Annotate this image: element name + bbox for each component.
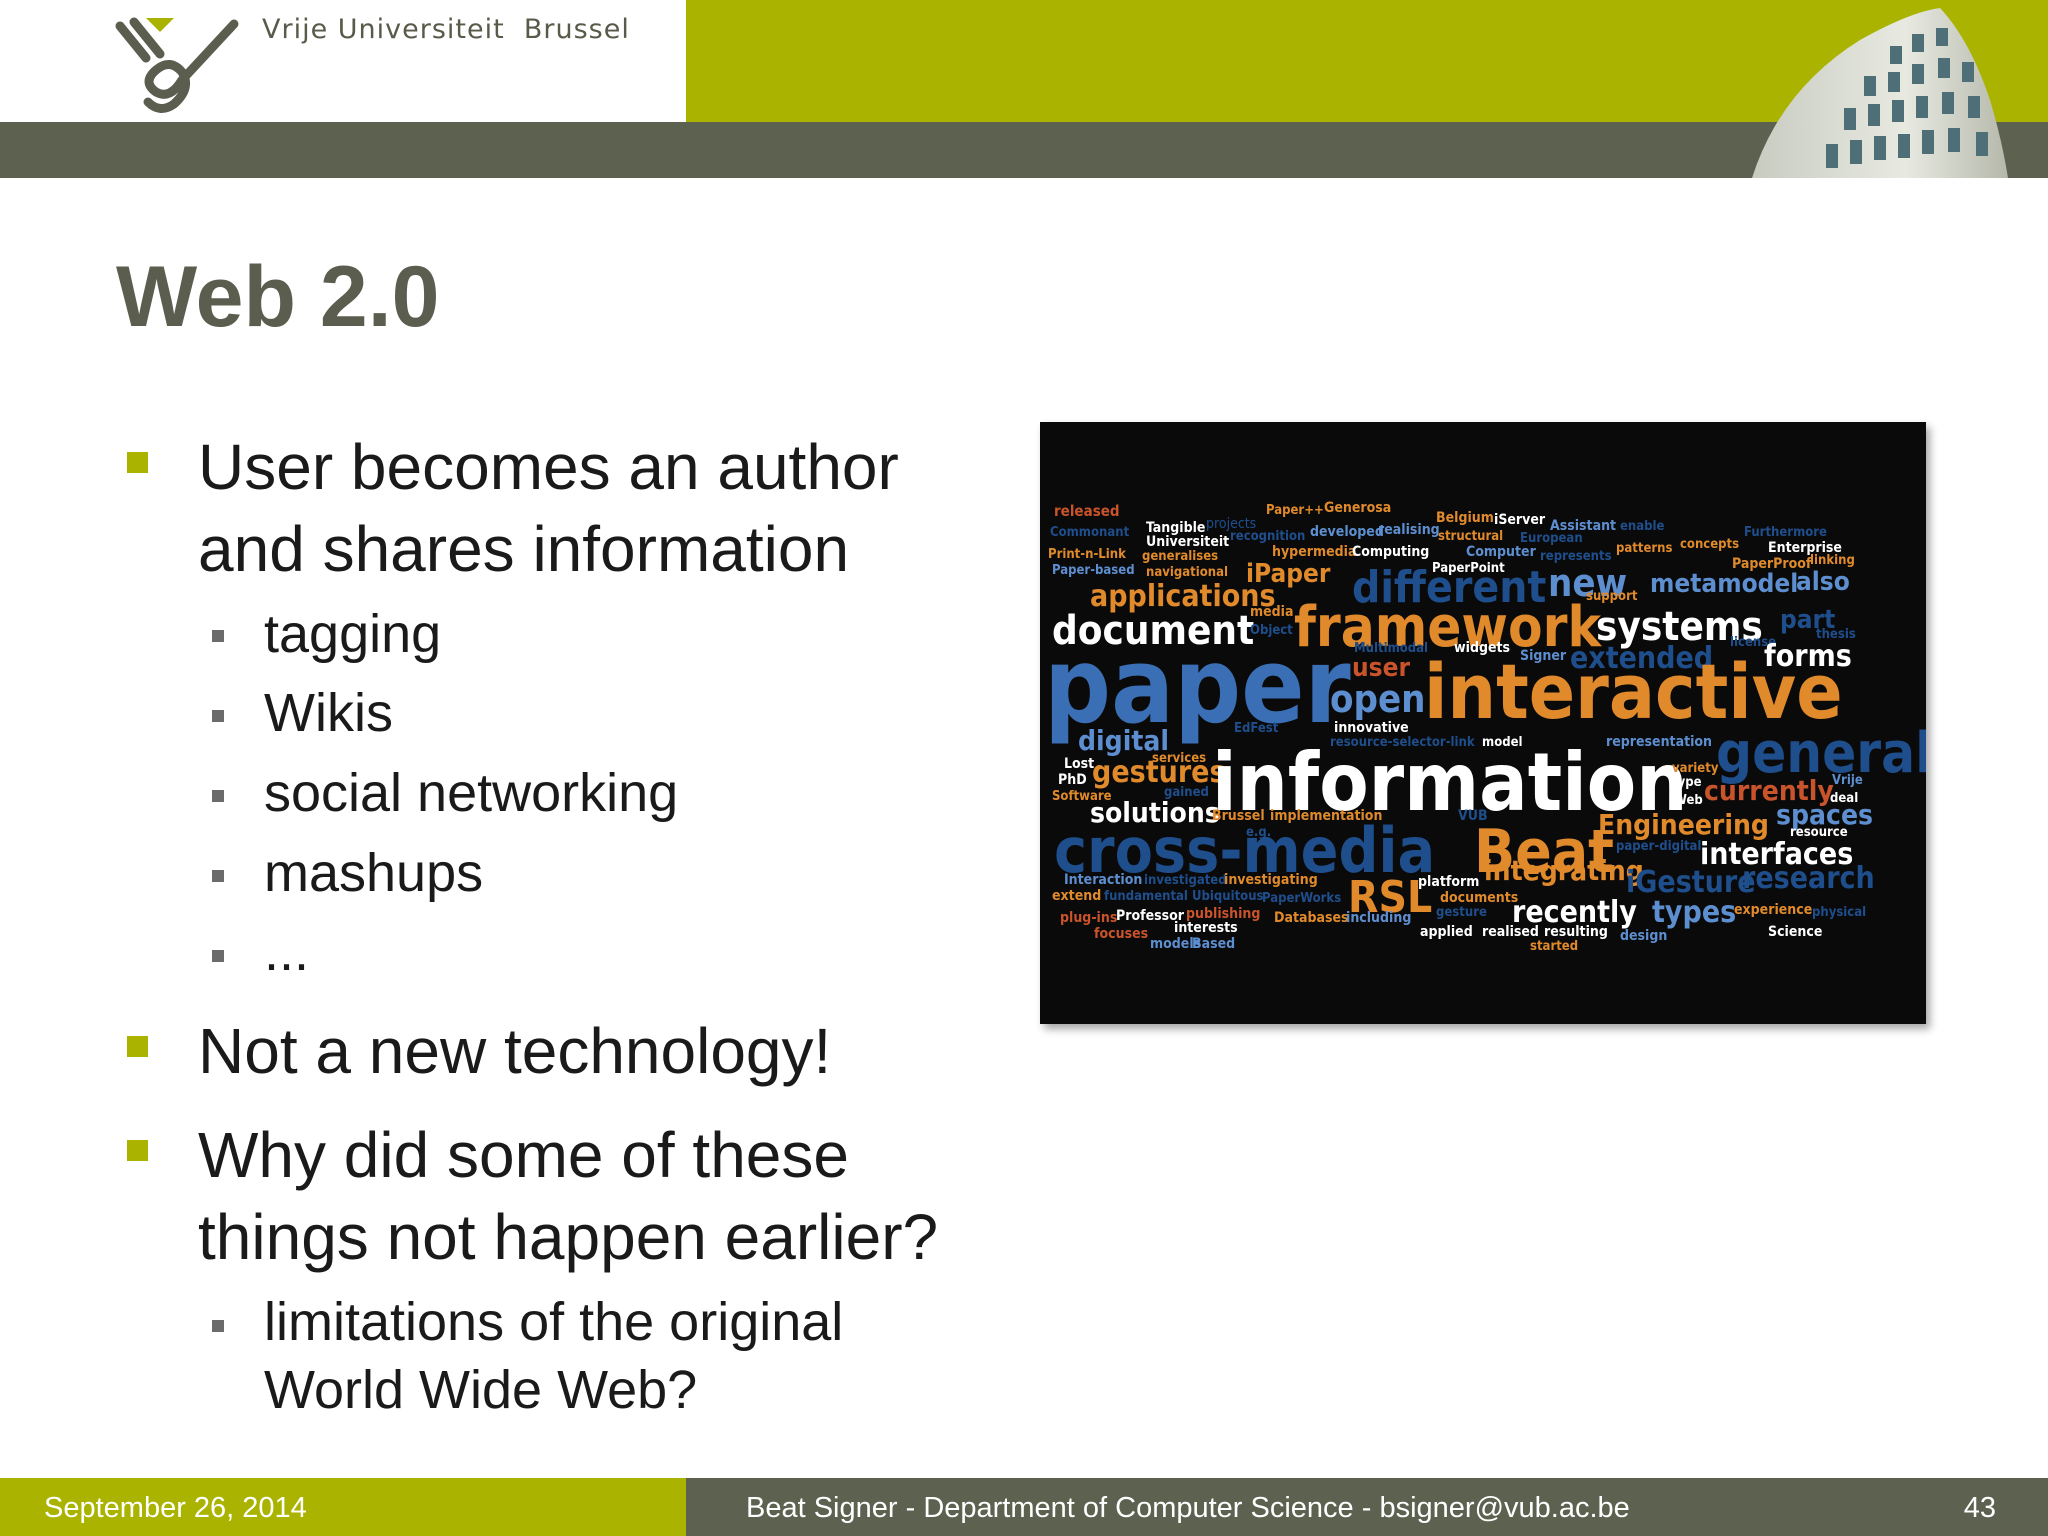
word-cloud-word: Vrije bbox=[1832, 773, 1863, 788]
word-cloud-word: design bbox=[1620, 928, 1667, 944]
bullet-text: Why did some of these bbox=[198, 1119, 849, 1191]
vub-logo-icon bbox=[115, 17, 239, 113]
word-cloud-word: focuses bbox=[1094, 926, 1148, 942]
sub-bullet-text: limitations of the original bbox=[264, 1292, 844, 1352]
word-cloud-word: investigating bbox=[1224, 872, 1318, 888]
footer-author: Beat Signer - Department of Computer Sci… bbox=[746, 1492, 1630, 1524]
word-cloud-word: resulting bbox=[1544, 924, 1608, 940]
sub-bullet-marker bbox=[212, 1320, 224, 1332]
word-cloud-word: plug-ins bbox=[1060, 910, 1117, 926]
sub-bullet-text: ... bbox=[264, 922, 310, 982]
word-cloud-word: Databases bbox=[1274, 910, 1349, 926]
building-photo-icon bbox=[1752, 8, 2008, 178]
word-cloud-word: Lost bbox=[1064, 756, 1094, 772]
bullet-marker bbox=[127, 452, 148, 473]
word-cloud-word: applied bbox=[1420, 924, 1473, 940]
word-cloud-word: Computing bbox=[1352, 544, 1429, 560]
sub-bullet-text: mashups bbox=[264, 843, 484, 903]
word-cloud-word: metamodel bbox=[1650, 569, 1798, 599]
word-cloud-image: released Tangible projects Paper++ Generosa B… bbox=[1040, 422, 1926, 1024]
word-cloud-word: Paper-based bbox=[1052, 563, 1135, 578]
word-cloud-word: media bbox=[1250, 604, 1294, 620]
word-cloud-word: physical bbox=[1812, 905, 1866, 920]
word-cloud-word: enable bbox=[1620, 519, 1665, 534]
word-cloud-word: documents bbox=[1440, 890, 1518, 906]
bullet-text: User becomes an author bbox=[198, 431, 899, 503]
word-cloud-word: started bbox=[1530, 939, 1578, 954]
word-cloud-word: experience bbox=[1734, 902, 1812, 918]
word-cloud-word: Interaction bbox=[1064, 872, 1142, 888]
bullet-text: things not happen earlier? bbox=[198, 1201, 939, 1273]
word-cloud-word: Belgium bbox=[1436, 510, 1494, 526]
word-cloud-word: patterns bbox=[1616, 541, 1672, 556]
footer-date: September 26, 2014 bbox=[44, 1492, 307, 1524]
word-cloud-word: platform bbox=[1418, 874, 1479, 890]
word-cloud-word: Web bbox=[1674, 793, 1703, 808]
word-cloud-word: PhD bbox=[1058, 772, 1087, 788]
word-cloud-word: linking bbox=[1810, 553, 1855, 568]
word-cloud-word: concepts bbox=[1680, 537, 1739, 552]
word-cloud-word: Ubiquitous bbox=[1192, 889, 1264, 904]
sub-bullet-marker bbox=[212, 710, 224, 722]
word-cloud-word: navigational bbox=[1146, 565, 1228, 580]
word-cloud-word: paper-digital bbox=[1616, 839, 1701, 854]
word-cloud-word: types bbox=[1652, 895, 1736, 930]
word-cloud-word: extend bbox=[1052, 888, 1101, 904]
word-cloud-word: Computer bbox=[1466, 544, 1537, 560]
page-number: 43 bbox=[1963, 1492, 1996, 1524]
word-cloud-word: research bbox=[1742, 861, 1875, 896]
bullet-marker bbox=[127, 1036, 148, 1057]
sub-bullet-marker bbox=[212, 790, 224, 802]
sub-bullet-text: tagging bbox=[264, 604, 442, 664]
sub-bullet-marker bbox=[212, 950, 224, 962]
bullet-text: Not a new technology! bbox=[198, 1015, 832, 1087]
word-cloud-word: interests bbox=[1174, 920, 1238, 936]
university-name: Vrije Universiteit Brussel bbox=[262, 14, 630, 45]
word-cloud-word: Furthermore bbox=[1744, 525, 1827, 540]
word-cloud-word: investigated bbox=[1144, 873, 1227, 888]
word-cloud-word: recognition bbox=[1230, 529, 1305, 544]
word-cloud-word: fundamental bbox=[1104, 889, 1188, 904]
sub-bullet-marker bbox=[212, 630, 224, 642]
word-cloud-word: including bbox=[1346, 910, 1411, 926]
sub-bullet-text: World Wide Web? bbox=[264, 1360, 698, 1420]
word-cloud-word: Commonant bbox=[1050, 525, 1130, 540]
word-cloud-word: iServer bbox=[1494, 512, 1546, 528]
word-cloud-word: Science bbox=[1768, 924, 1822, 940]
word-cloud-word: Based bbox=[1192, 936, 1235, 952]
word-cloud-word: open bbox=[1330, 677, 1426, 721]
word-cloud-word: Paper++ bbox=[1266, 503, 1324, 518]
sub-bullet-marker bbox=[212, 870, 224, 882]
word-cloud-word: structural bbox=[1438, 529, 1503, 544]
word-cloud-word: developed bbox=[1310, 524, 1384, 540]
word-cloud-word: released bbox=[1054, 502, 1120, 520]
word-cloud-word: Print-n-Link bbox=[1048, 547, 1126, 562]
word-cloud-word: realising bbox=[1378, 522, 1440, 538]
word-cloud-word: hypermedia bbox=[1272, 544, 1356, 560]
bullet-text: and shares information bbox=[198, 513, 850, 585]
word-cloud-word: integrating bbox=[1484, 854, 1644, 887]
word-cloud-word: PaperWorks bbox=[1262, 891, 1341, 906]
word-cloud-word: EdFest bbox=[1234, 721, 1279, 736]
word-cloud-word: gesture bbox=[1436, 905, 1487, 920]
word-cloud-word: generalises bbox=[1142, 549, 1218, 564]
sub-bullet-text: Wikis bbox=[264, 683, 393, 743]
word-cloud-word: Universiteit bbox=[1146, 534, 1229, 550]
word-cloud-word: Generosa bbox=[1324, 500, 1391, 516]
word-cloud-word: type bbox=[1672, 775, 1702, 790]
word-cloud-word: innovative bbox=[1334, 720, 1409, 736]
word-cloud-word: also bbox=[1796, 567, 1850, 597]
word-cloud-svg: releasedTangible projectsPaper++ GenerosaB… bbox=[1044, 500, 1926, 954]
word-cloud-word: realised bbox=[1482, 924, 1539, 940]
sub-bullet-text: social networking bbox=[264, 763, 679, 823]
bullet-marker bbox=[127, 1140, 148, 1161]
slide-title: Web 2.0 bbox=[116, 249, 440, 345]
